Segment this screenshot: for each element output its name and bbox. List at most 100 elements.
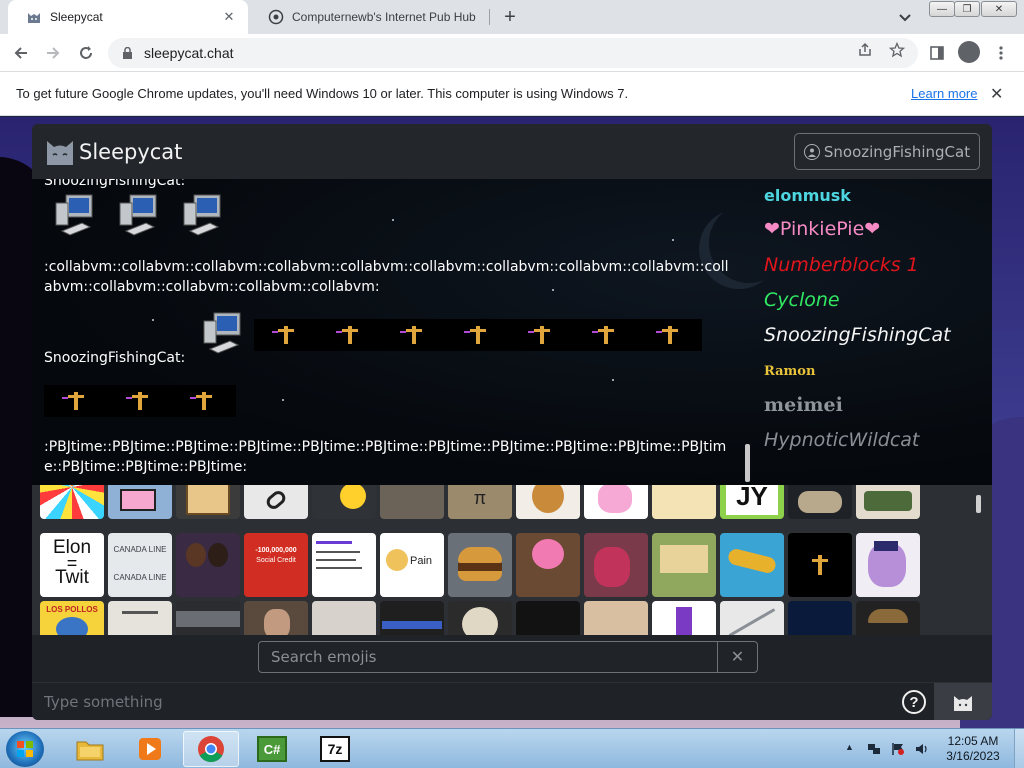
user-list-item[interactable]: Ramon: [764, 364, 815, 379]
restore-button[interactable]: ❐: [954, 1, 980, 17]
tab-title: Sleepycat: [50, 10, 103, 24]
taskbar-7zip[interactable]: 7z: [307, 731, 363, 767]
tab-close-icon[interactable]: ✕: [218, 6, 240, 28]
user-list-item[interactable]: elonmusk: [764, 186, 851, 205]
emoji-pbjtime[interactable]: [788, 533, 852, 597]
emoji-skull[interactable]: [448, 601, 512, 635]
emoji-dark-shape[interactable]: [516, 601, 580, 635]
address-bar[interactable]: sleepycat.chat: [108, 38, 918, 68]
help-button[interactable]: ?: [902, 690, 926, 714]
emoji-bread[interactable]: [516, 485, 580, 519]
app-header: Sleepycat SnoozingFishingCat: [32, 124, 992, 179]
reload-icon[interactable]: [73, 40, 99, 66]
emoji-pinkie-pie-shop[interactable]: [516, 533, 580, 597]
emoji-nyan-cat[interactable]: [108, 485, 172, 519]
emoji-crowd[interactable]: [176, 601, 240, 635]
emoji-pink-pony-dark[interactable]: [584, 533, 648, 597]
emoji-paint[interactable]: Pain: [380, 533, 444, 597]
emoji-pi[interactable]: π: [448, 485, 512, 519]
chat-message-input[interactable]: [32, 683, 892, 720]
new-tab-button[interactable]: +: [498, 5, 522, 29]
emoji-toast-face[interactable]: [176, 485, 240, 519]
emoji-search-input[interactable]: [259, 642, 717, 672]
pbjtime-icon: [382, 319, 446, 351]
send-cat-button[interactable]: [934, 683, 992, 720]
emoji-anime-couple[interactable]: [176, 533, 240, 597]
tray-volume-icon[interactable]: [914, 741, 930, 757]
tab-sleepycat[interactable]: Sleepycat ✕: [8, 0, 248, 34]
emoji-banana-plane[interactable]: [720, 533, 784, 597]
tab-search-chevron-icon[interactable]: [893, 6, 917, 30]
taskbar-chrome[interactable]: [183, 731, 239, 767]
minimize-button[interactable]: —: [929, 1, 955, 17]
emoji-rock[interactable]: [788, 485, 852, 519]
emoji-link[interactable]: [244, 485, 308, 519]
emoji-jy[interactable]: JY: [720, 485, 784, 519]
emoji-sword[interactable]: [720, 601, 784, 635]
tab-internet-pub-hub[interactable]: Computernewb's Internet Pub Hub: [250, 0, 490, 34]
emoji-pinkie-pony[interactable]: [584, 485, 648, 519]
emoji-gun-smiley[interactable]: [312, 485, 376, 519]
user-list-item[interactable]: ❤PinkiePie❤: [764, 218, 880, 240]
user-list-item[interactable]: Cyclone: [764, 289, 840, 311]
back-icon[interactable]: [8, 40, 34, 66]
sleepycat-logo-icon: [44, 135, 76, 167]
user-list-item[interactable]: meimei: [764, 394, 843, 416]
emoji-elon-twit[interactable]: Elon = Twit: [40, 533, 104, 597]
forward-icon[interactable]: [40, 40, 66, 66]
chat-input-bar: ?: [32, 682, 992, 720]
sleepycat-app: Sleepycat SnoozingFishingCat SnoozingFis…: [32, 124, 992, 720]
pbjtime-icon: [446, 319, 510, 351]
folder-icon: [76, 741, 104, 761]
emoji-hand[interactable]: [584, 601, 648, 635]
emoji-rainbow-burst[interactable]: [40, 485, 104, 519]
emoji-night-sky[interactable]: [788, 601, 852, 635]
system-clock[interactable]: 12:05 AM 3/16/2023: [937, 734, 1009, 764]
lock-icon[interactable]: [120, 46, 134, 60]
user-account-button[interactable]: SnoozingFishingCat: [794, 133, 980, 170]
taskbar-file-explorer[interactable]: [62, 731, 118, 767]
emoji-twilight-sparkle[interactable]: [856, 533, 920, 597]
chat-scrollbar[interactable]: [745, 444, 750, 482]
emoji-face-photo[interactable]: [244, 601, 308, 635]
tray-action-center-icon[interactable]: [890, 741, 906, 757]
emoji-sushi[interactable]: [856, 485, 920, 519]
emoji-hamburger[interactable]: [448, 533, 512, 597]
emoji-los-pollos[interactable]: LOS POLLOS: [40, 601, 104, 635]
tab-title: Computernewb's Internet Pub Hub: [292, 10, 476, 24]
taskbar-csharp[interactable]: C#: [244, 731, 300, 767]
emoji-canada-line[interactable]: CANADA LINE CANADA LINE: [108, 533, 172, 597]
emoji-social-credit[interactable]: -100,000,000 Social Credit: [244, 533, 308, 597]
user-list-item[interactable]: Numberblocks 1: [764, 254, 919, 276]
emoji-yugioh-logo[interactable]: [652, 485, 716, 519]
start-button[interactable]: [6, 731, 44, 767]
emoji-showtime-screenshot[interactable]: [312, 533, 376, 597]
learn-more-link[interactable]: Learn more: [911, 86, 977, 101]
emoji-bedroom[interactable]: [652, 533, 716, 597]
clear-search-icon[interactable]: ✕: [717, 642, 757, 672]
emoji-hut[interactable]: [108, 601, 172, 635]
close-window-button[interactable]: ✕: [981, 1, 1017, 17]
emoji-sketch[interactable]: [312, 601, 376, 635]
taskbar-media-player[interactable]: [122, 731, 178, 767]
user-list-item[interactable]: HypnoticWildcat: [764, 429, 919, 451]
chat-messages[interactable]: SnoozingFishingCat: :collabvm::collabvm:…: [32, 179, 992, 485]
pbjtime-emoji-strip: [254, 319, 702, 351]
emoji-burger-dark[interactable]: [856, 601, 920, 635]
emoji-welcome-banner[interactable]: [380, 601, 444, 635]
user-list-item[interactable]: SnoozingFishingCat: [764, 324, 951, 346]
profile-avatar-icon[interactable]: [958, 41, 980, 63]
side-panel-icon[interactable]: [924, 40, 950, 66]
infobar-close-icon[interactable]: ✕: [990, 84, 1003, 104]
share-icon[interactable]: [856, 41, 874, 59]
emoji-picker[interactable]: π JY Elon = Twit CANADA LINE CANADA LINE: [32, 485, 992, 635]
emoji-scrollbar[interactable]: [976, 495, 981, 513]
bookmark-star-icon[interactable]: [888, 41, 906, 59]
show-desktop-button[interactable]: [1014, 729, 1024, 768]
collabvm-computer-icon: [180, 191, 224, 237]
show-hidden-icons-arrow[interactable]: ▲: [845, 742, 854, 752]
menu-dots-icon[interactable]: [988, 40, 1014, 66]
tray-network-icon[interactable]: [866, 741, 882, 757]
emoji-purple-guy[interactable]: [652, 601, 716, 635]
emoji-rubble[interactable]: [380, 485, 444, 519]
